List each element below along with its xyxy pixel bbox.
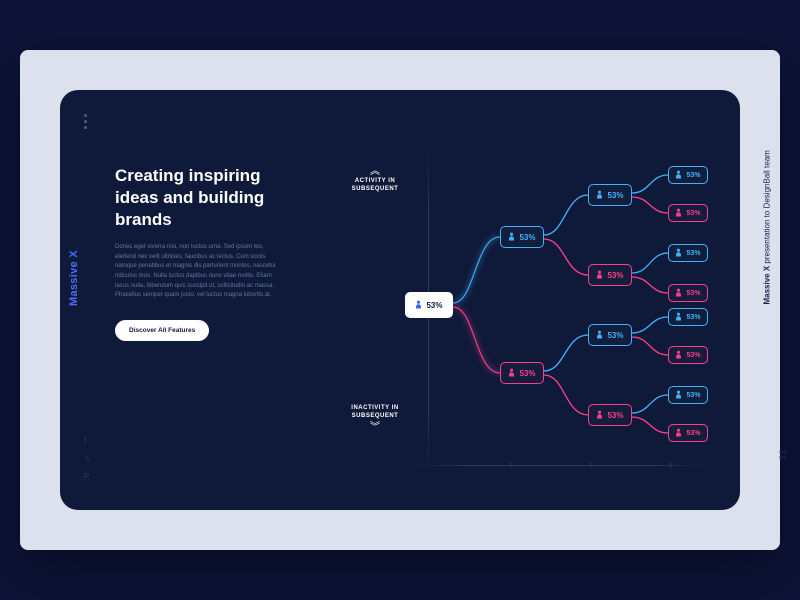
brand-label: Massive X xyxy=(68,250,80,306)
tree-leaf: 53% xyxy=(668,244,708,262)
slide-title: Creating inspiring ideas and building br… xyxy=(115,165,285,231)
backdrop: Massive X presentation to DesignBall tea… xyxy=(20,50,780,550)
person-icon xyxy=(596,410,603,420)
tree-leaf: 53% xyxy=(668,284,708,302)
person-icon xyxy=(596,190,603,200)
axis-tick xyxy=(670,462,671,468)
tree-node: 53% xyxy=(500,362,544,384)
person-icon xyxy=(675,428,682,438)
text-content: Creating inspiring ideas and building br… xyxy=(115,165,285,341)
person-icon xyxy=(675,170,682,180)
tree-node: 53% xyxy=(588,324,632,346)
chevron-down-icon: ︾ xyxy=(340,424,410,431)
person-icon xyxy=(596,330,603,340)
tree-leaf: 53% xyxy=(668,346,708,364)
person-icon xyxy=(675,390,682,400)
person-icon xyxy=(675,288,682,298)
tree-diagram: ︽ ACTIVITY IN SUBSEQUENT INACTIVITY IN S… xyxy=(310,125,720,485)
twitter-icon[interactable]: 𝕏 xyxy=(84,454,92,462)
person-icon xyxy=(675,350,682,360)
tree-node: 53% xyxy=(588,264,632,286)
person-icon xyxy=(508,232,515,242)
social-icons: f 𝕏 P xyxy=(84,436,92,480)
discover-button[interactable]: Discover All Features xyxy=(115,320,209,341)
person-icon xyxy=(675,312,682,322)
tree-leaf: 53% xyxy=(668,308,708,326)
bottom-axis-label: INACTIVITY IN SUBSEQUENT ︾ xyxy=(340,405,410,434)
axis-tick xyxy=(510,462,511,468)
tree-node: 53% xyxy=(500,226,544,248)
pinterest-icon[interactable]: P xyxy=(84,472,92,480)
person-icon xyxy=(675,208,682,218)
menu-dots-icon[interactable] xyxy=(84,114,87,129)
tree-root-node: 53% xyxy=(405,292,453,318)
tree-leaf: 53% xyxy=(668,386,708,404)
tree-leaf: 53% xyxy=(668,204,708,222)
slide-card: Massive X f 𝕏 P Creating inspiring ideas… xyxy=(60,90,740,510)
page-number: 21 xyxy=(778,450,788,460)
tree-leaf: 53% xyxy=(668,166,708,184)
axis-tick xyxy=(590,462,591,468)
horizontal-axis xyxy=(415,465,705,466)
tree-leaf: 53% xyxy=(668,424,708,442)
footer-credit: Massive X presentation to DesignBall tea… xyxy=(762,150,771,304)
person-icon xyxy=(508,368,515,378)
tree-node: 53% xyxy=(588,404,632,426)
facebook-icon[interactable]: f xyxy=(84,436,92,444)
slide-description: Donec eget viverra nisi, non luctus urna… xyxy=(115,243,285,301)
person-icon xyxy=(675,248,682,258)
person-icon xyxy=(596,270,603,280)
person-icon xyxy=(415,300,422,310)
top-axis-label: ︽ ACTIVITY IN SUBSEQUENT xyxy=(340,165,410,194)
chevron-up-icon: ︽ xyxy=(340,168,410,175)
tree-node: 53% xyxy=(588,184,632,206)
